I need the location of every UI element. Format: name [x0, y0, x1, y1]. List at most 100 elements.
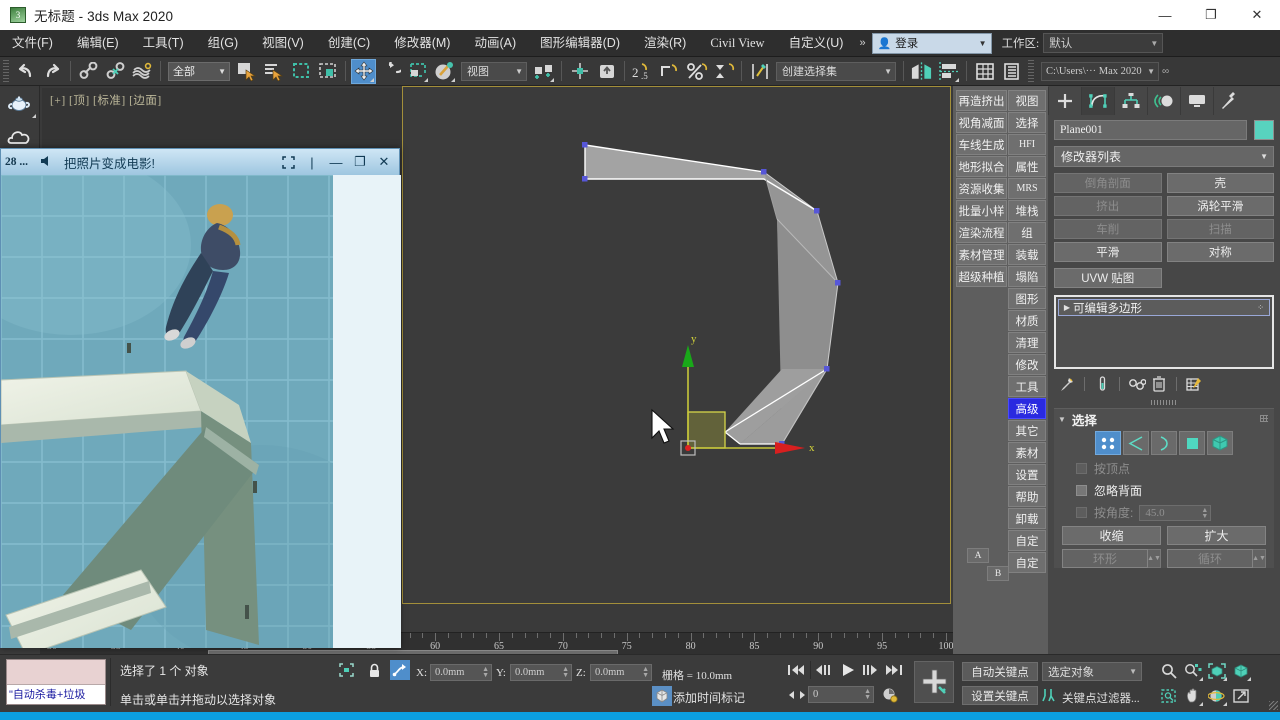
auto-key-button[interactable]: 自动关键点 — [962, 662, 1038, 681]
play-animation-button[interactable] — [838, 661, 858, 679]
plugin-btn-3[interactable]: 地形拟合 — [956, 156, 1007, 177]
lock-icon[interactable] — [364, 660, 384, 680]
plugin-btn-6[interactable]: 渲染流程 — [956, 222, 1007, 243]
y-coord-field[interactable]: 0.0mm ▲ ▼ — [510, 664, 572, 681]
spinner-arrows-icon[interactable]: ▲ ▼ — [1201, 506, 1208, 519]
shrink-button[interactable]: 收缩 — [1062, 526, 1161, 545]
edit-named-selection-sets-icon[interactable] — [747, 59, 772, 84]
select-object-icon[interactable] — [234, 59, 259, 84]
use-pivot-point-center-icon[interactable] — [531, 59, 556, 84]
by-vertex-checkbox[interactable] — [1076, 463, 1087, 474]
stack-item-editable-poly[interactable]: ▶ 可编辑多边形 ⁘ — [1058, 299, 1270, 316]
modifier-btn-bevel-profile[interactable]: 倒角剖面 — [1054, 173, 1162, 193]
chevron-right-icon[interactable]: ▶ — [1061, 303, 1073, 312]
select-by-name-icon[interactable] — [261, 59, 286, 84]
ignore-backfacing-checkbox[interactable] — [1076, 485, 1087, 496]
sublevel-element[interactable] — [1207, 431, 1233, 455]
reference-coordinate-combo[interactable]: 视图 ▼ — [461, 61, 527, 81]
spinner-snap-toggle-icon[interactable] — [711, 59, 736, 84]
modifier-btn-shell[interactable]: 壳 — [1166, 173, 1274, 193]
menu-create[interactable]: 创建(C) — [316, 30, 382, 57]
resize-grip[interactable] — [1269, 701, 1278, 710]
zoom-all-icon[interactable] — [1182, 660, 1204, 682]
tab-create[interactable] — [1048, 87, 1081, 115]
plugin-tab-8[interactable]: 塌陷 — [1008, 266, 1046, 287]
modifier-btn-sweep[interactable]: 扫描 — [1166, 219, 1274, 239]
absolute-relative-transform-icon[interactable] — [390, 660, 410, 680]
plugin-tab-7[interactable]: 装载 — [1008, 244, 1046, 265]
select-and-link-icon[interactable] — [76, 59, 101, 84]
configure-modifier-sets-icon[interactable] — [1183, 374, 1205, 394]
modifier-stack[interactable]: ▶ 可编辑多边形 ⁘ — [1054, 295, 1274, 369]
selection-filter-combo[interactable]: 全部 ▼ — [168, 61, 230, 81]
tab-motion[interactable] — [1147, 87, 1180, 115]
key-filters-icon[interactable] — [1042, 687, 1060, 703]
set-key-button[interactable]: 设置关键点 — [962, 686, 1038, 705]
spinner-arrows-icon[interactable]: ▲ ▼ — [642, 666, 649, 679]
maxscript-mini-listener[interactable]: "自动杀毒+垃圾 — [6, 659, 106, 705]
named-selection-set-combo[interactable]: 创建选择集 ▼ — [776, 61, 896, 81]
menu-rendering[interactable]: 渲染(R) — [632, 30, 698, 57]
by-angle-spinner[interactable]: 45.0 ▲ ▼ — [1139, 504, 1212, 521]
bind-to-space-warp-icon[interactable] — [130, 59, 155, 84]
plugin-tab-0[interactable]: 视图 — [1008, 90, 1046, 111]
pan-view-icon[interactable] — [1182, 685, 1204, 707]
plugin-tab-20[interactable]: 自定 — [1008, 530, 1046, 551]
time-configuration-button[interactable] — [880, 686, 900, 704]
login-combo[interactable]: 👤 登录 ▼ — [871, 32, 992, 54]
snaps-toggle-icon[interactable] — [567, 59, 592, 84]
object-name-input[interactable]: Plane001 — [1054, 120, 1247, 140]
set-key-big-button[interactable] — [914, 661, 954, 703]
next-frame-button[interactable] — [860, 662, 880, 678]
plugin-tab-11[interactable]: 清理 — [1008, 332, 1046, 353]
plugin-btn-5[interactable]: 批量小样 — [956, 200, 1007, 221]
zoom-icon[interactable] — [1158, 660, 1180, 682]
show-end-result-icon[interactable] — [1091, 374, 1113, 394]
rectangular-selection-region-icon[interactable] — [288, 59, 313, 84]
player-video-area[interactable] — [1, 175, 333, 648]
plugin-tab-3[interactable]: 属性 — [1008, 156, 1046, 177]
object-color-swatch[interactable] — [1254, 120, 1274, 140]
scene-explorer-icon[interactable] — [999, 59, 1024, 84]
plugin-tab-21[interactable]: 自定 — [1008, 552, 1046, 573]
menu-overflow-chevron[interactable]: » — [855, 37, 869, 49]
modifier-btn-symmetry[interactable]: 对称 — [1166, 242, 1274, 262]
maximize-viewport-icon[interactable] — [1230, 685, 1252, 707]
select-and-rotate-icon[interactable] — [378, 59, 403, 84]
player-title-bar[interactable]: 28 ... 把照片变成电影! | — ❐ ✕ — [1, 149, 399, 175]
placement-tool-icon[interactable] — [432, 59, 457, 84]
snap-toggle2-icon[interactable] — [594, 59, 619, 84]
percent-icon[interactable] — [684, 59, 709, 84]
plugin-tab-15[interactable]: 其它 — [1008, 420, 1046, 441]
menu-civil-view[interactable]: Civil View — [698, 30, 776, 57]
zoom-region-icon[interactable] — [1158, 685, 1180, 707]
redo-icon[interactable] — [40, 59, 65, 84]
viewport-3d-canvas[interactable]: y x — [403, 87, 951, 604]
modifier-btn-smooth[interactable]: 平滑 — [1054, 242, 1162, 262]
plugin-btn-0[interactable]: 再造挤出 — [956, 90, 1007, 111]
menu-customize[interactable]: 自定义(U) — [777, 30, 856, 57]
plugin-btn-1[interactable]: 视角减面 — [956, 112, 1007, 133]
plugin-tab-17[interactable]: 设置 — [1008, 464, 1046, 485]
modifier-btn-lathe[interactable]: 车削 — [1054, 219, 1162, 239]
plugin-tab-5[interactable]: 堆栈 — [1008, 200, 1046, 221]
plugin-btn-8[interactable]: 超级种植 — [956, 266, 1007, 287]
sublevel-vertex[interactable] — [1095, 431, 1121, 455]
spinner-arrows-icon[interactable]: ▲ ▼ — [562, 666, 569, 679]
workspace-combo[interactable]: 默认 ▼ — [1043, 33, 1164, 53]
project-path-combo[interactable]: C:\Users\··· Max 2020 ▼ — [1041, 61, 1159, 81]
remove-modifier-icon[interactable] — [1148, 374, 1170, 394]
plugin-tab-1[interactable]: 选择 — [1008, 112, 1046, 133]
tab-utilities[interactable] — [1213, 87, 1246, 115]
selection-rollout-header[interactable]: ▼ 选择 — [1054, 409, 1274, 429]
mirror-icon[interactable] — [909, 59, 934, 84]
key-filters-label[interactable]: 关键点过滤器... — [1062, 690, 1140, 706]
zoom-extents-icon[interactable] — [1206, 660, 1228, 682]
plugin-btn-7[interactable]: 素材管理 — [956, 244, 1007, 265]
align-icon[interactable] — [936, 59, 961, 84]
toolbar-grip[interactable] — [1028, 60, 1034, 82]
menu-modifiers[interactable]: 修改器(M) — [382, 30, 462, 57]
zoom-extents-selected-icon[interactable] — [1230, 660, 1252, 682]
speaker-icon[interactable] — [40, 155, 54, 170]
modifier-btn-turbosmooth[interactable]: 涡轮平滑 — [1166, 196, 1274, 216]
